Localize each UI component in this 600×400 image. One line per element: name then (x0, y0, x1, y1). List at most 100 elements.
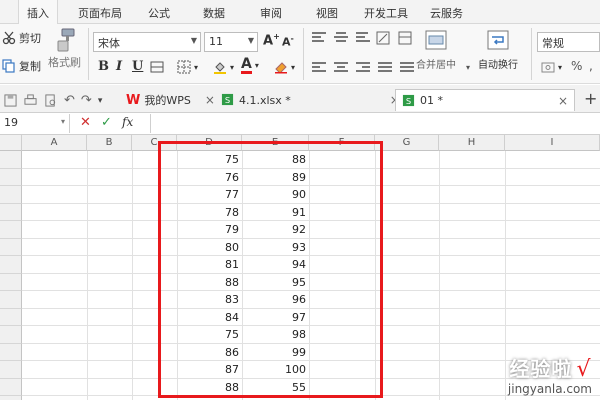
orientation-button[interactable] (376, 31, 390, 45)
wps-logo-icon: W (126, 92, 141, 108)
align-bottom-icon[interactable] (356, 32, 370, 44)
justify-icon[interactable] (378, 62, 392, 74)
align-center-icon[interactable] (334, 62, 348, 74)
save-icon[interactable] (4, 93, 18, 108)
row-header[interactable] (0, 203, 22, 221)
row-header[interactable] (0, 256, 22, 274)
row-header[interactable] (0, 326, 22, 344)
doc-tab-label: 4.1.xlsx * (239, 93, 291, 107)
redo-icon[interactable]: ↷ (81, 93, 92, 108)
column-header-h[interactable]: H (439, 135, 505, 151)
chevron-down-icon[interactable]: ▾ (61, 117, 65, 126)
decrease-font-button[interactable]: A- (282, 34, 294, 49)
name-box[interactable]: 19 ▾ (0, 114, 70, 133)
close-icon[interactable]: × (205, 93, 215, 107)
tab-page-layout[interactable]: 页面布局 (78, 5, 122, 21)
distributed-icon[interactable] (400, 62, 414, 74)
doc-tab-label: 我的WPS (144, 94, 191, 107)
row-header[interactable] (0, 378, 22, 396)
strikethrough-button[interactable] (150, 60, 164, 74)
column-header-g[interactable]: G (375, 135, 439, 151)
tab-formulas[interactable]: 公式 (148, 5, 170, 21)
currency-button[interactable]: ▾ (541, 60, 562, 74)
increase-font-button[interactable]: A+ (263, 32, 280, 48)
select-all-corner[interactable] (0, 135, 22, 151)
italic-button[interactable]: I (116, 59, 122, 74)
row-header[interactable] (0, 168, 22, 186)
doc-tab-my-wps[interactable]: W 我的WPS × (120, 89, 221, 111)
tab-developer[interactable]: 开发工具 (364, 5, 408, 21)
chevron-down-icon[interactable]: ▾ (98, 96, 103, 106)
row-header[interactable] (0, 221, 22, 239)
wrap-text-button[interactable]: 自动换行 (478, 30, 518, 71)
align-left-icon[interactable] (312, 62, 326, 74)
row-header[interactable] (0, 151, 22, 169)
svg-text:S: S (225, 95, 230, 105)
chevron-down-icon: ▼ (190, 36, 197, 45)
column-header-b[interactable]: B (87, 135, 132, 151)
confirm-icon[interactable]: ✓ (101, 115, 112, 130)
doc-tab-01[interactable]: S 01 * × (395, 89, 575, 111)
tab-review[interactable]: 审阅 (260, 5, 282, 21)
border-button[interactable]: ▾ (177, 60, 198, 74)
align-right-icon[interactable] (356, 62, 370, 74)
format-painter-label: 格式刷 (48, 56, 81, 69)
font-color-button[interactable]: A ▾ (241, 57, 259, 74)
tab-view[interactable]: 视图 (316, 5, 338, 21)
cut-button[interactable]: 剪切 (2, 30, 41, 46)
number-format-select[interactable]: 常规 (537, 32, 600, 52)
number-format-value: 常规 (542, 37, 564, 50)
font-size-select[interactable]: 11 ▼ (204, 32, 258, 52)
column-header-i[interactable]: I (505, 135, 600, 151)
new-tab-button[interactable]: + (584, 89, 597, 108)
clear-format-button[interactable]: ▾ (274, 60, 295, 74)
copy-label: 复制 (19, 60, 41, 73)
copy-button[interactable]: 复制 (2, 58, 41, 74)
align-top-icon[interactable] (312, 32, 326, 44)
watermark-title: 经验啦 (509, 357, 573, 381)
doc-tab-label: 01 * (420, 94, 443, 107)
row-header[interactable] (0, 343, 22, 361)
row-header[interactable] (0, 273, 22, 291)
percent-button[interactable]: % (571, 59, 582, 73)
merge-center-button[interactable]: 合并居中 (416, 30, 456, 71)
row-header[interactable] (0, 186, 22, 204)
font-size-value: 11 (209, 35, 223, 48)
column-header-a[interactable]: A (22, 135, 87, 151)
doc-tab-4-1[interactable]: S 4.1.xlsx * × (215, 89, 406, 111)
scissors-icon (2, 31, 16, 45)
row-header[interactable] (0, 238, 22, 256)
cut-label: 剪切 (19, 32, 41, 45)
highlight-box (158, 141, 383, 398)
border-grid-icon (177, 60, 191, 74)
row-header[interactable] (0, 396, 22, 400)
row-header[interactable] (0, 308, 22, 326)
undo-icon[interactable]: ↶ (64, 93, 75, 108)
underline-button[interactable]: U (132, 59, 143, 74)
row-header[interactable] (0, 291, 22, 309)
fill-color-button[interactable]: ▾ (213, 60, 234, 74)
eraser-icon (274, 60, 288, 74)
font-color-icon: A (241, 56, 252, 74)
row-header[interactable] (0, 361, 22, 379)
cancel-icon[interactable]: ✕ (80, 115, 91, 130)
svg-text:S: S (406, 96, 411, 106)
format-painter-button[interactable]: 格式刷 (48, 28, 81, 70)
bold-button[interactable]: B (98, 59, 109, 74)
insert-function-icon[interactable]: fx (122, 115, 133, 129)
tab-data[interactable]: 数据 (203, 5, 225, 21)
tab-cloud[interactable]: 云服务 (430, 5, 463, 21)
print-icon[interactable] (24, 93, 38, 108)
close-icon[interactable]: × (558, 94, 568, 108)
print-preview-icon[interactable] (44, 93, 58, 108)
tab-insert[interactable]: 插入 (18, 0, 58, 24)
group-separator (303, 28, 304, 80)
text-orientation-icon (376, 31, 390, 45)
comma-style-button[interactable]: , (589, 59, 593, 73)
align-middle-icon[interactable] (334, 32, 348, 44)
font-name-select[interactable]: 宋体 ▼ (93, 32, 201, 52)
chevron-down-icon: ▼ (247, 36, 254, 45)
cell-style-button[interactable] (398, 31, 412, 45)
chevron-down-icon[interactable]: ▾ (466, 63, 470, 72)
formula-input[interactable] (150, 114, 600, 133)
